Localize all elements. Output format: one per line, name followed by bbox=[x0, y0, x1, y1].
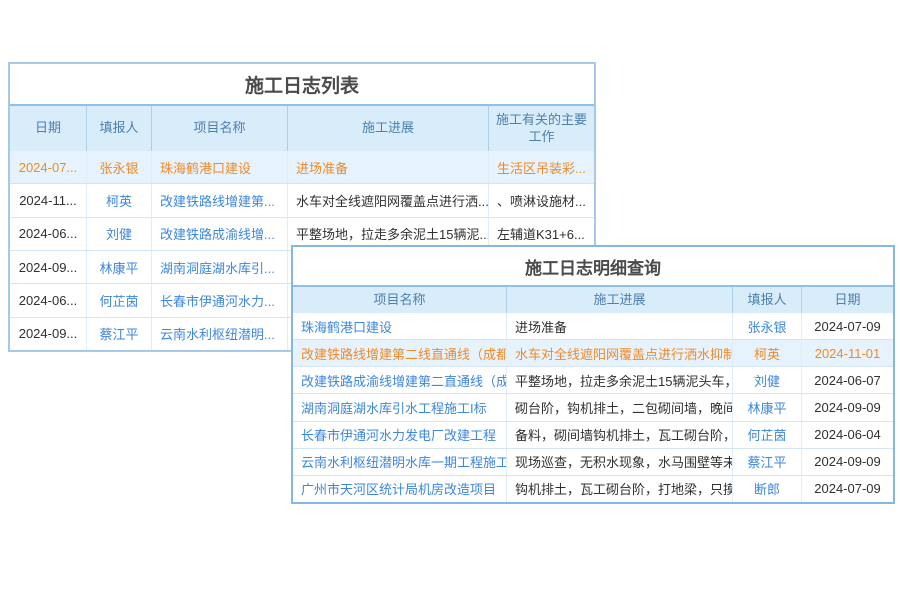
reporter-link[interactable]: 柯英 bbox=[733, 340, 802, 366]
project-link[interactable]: 广州市天河区统计局机房改造项目 bbox=[293, 476, 507, 502]
reporter-link[interactable]: 刘健 bbox=[733, 367, 802, 393]
project-link[interactable]: 改建铁路成渝线增建第二直通线（成渝 bbox=[293, 367, 507, 393]
main-work-text: 、喷淋设施材... bbox=[489, 184, 594, 216]
progress-text: 进场准备 bbox=[288, 151, 489, 183]
reporter-link[interactable]: 张永银 bbox=[733, 313, 802, 339]
column-header-date: 日期 bbox=[10, 106, 87, 151]
reporter-link[interactable]: 蔡江平 bbox=[87, 318, 152, 350]
log-date: 2024-09... bbox=[10, 318, 87, 350]
reporter-link[interactable]: 何芷茵 bbox=[87, 284, 152, 316]
column-header-progress: 施工进展 bbox=[288, 106, 489, 151]
column-header-date: 日期 bbox=[802, 287, 893, 313]
log-date: 2024-11-01 bbox=[802, 340, 893, 366]
log-date: 2024-07-09 bbox=[802, 476, 893, 502]
log-date: 2024-09-09 bbox=[802, 394, 893, 420]
table-row[interactable]: 改建铁路成渝线增建第二直通线（成渝 平整场地，拉走多余泥土15辆泥头车，... … bbox=[293, 367, 893, 394]
table-row[interactable]: 广州市天河区统计局机房改造项目 钩机排土，瓦工砌台阶，打地梁，只摸... 断郎 … bbox=[293, 476, 893, 502]
progress-text: 水车对全线遮阳网覆盖点进行洒... bbox=[288, 184, 489, 216]
list-table-header: 日期 填报人 项目名称 施工进展 施工有关的主要工作 bbox=[10, 104, 594, 151]
reporter-link[interactable]: 蔡江平 bbox=[733, 449, 802, 475]
project-link[interactable]: 湖南洞庭湖水库引... bbox=[152, 251, 288, 283]
log-date: 2024-11... bbox=[10, 184, 87, 216]
progress-text: 平整场地，拉走多余泥土15辆泥头车，... bbox=[507, 367, 733, 393]
log-date: 2024-06-07 bbox=[802, 367, 893, 393]
project-link[interactable]: 长春市伊通河水力... bbox=[152, 284, 288, 316]
column-header-progress: 施工进展 bbox=[507, 287, 733, 313]
progress-text: 进场准备 bbox=[507, 313, 733, 339]
table-row[interactable]: 云南水利枢纽潜明水库一期工程施工I标 现场巡查，无积水现象，水马围壁等未... … bbox=[293, 449, 893, 476]
progress-text: 水车对全线遮阳网覆盖点进行洒水抑制... bbox=[507, 340, 733, 366]
log-date: 2024-07-09 bbox=[802, 313, 893, 339]
reporter-link[interactable]: 断郎 bbox=[733, 476, 802, 502]
project-link[interactable]: 珠海鹤港口建设 bbox=[152, 151, 288, 183]
project-link[interactable]: 长春市伊通河水力发电厂改建工程 bbox=[293, 422, 507, 448]
column-header-project: 项目名称 bbox=[152, 106, 288, 151]
project-link[interactable]: 改建铁路线增建第二线直通线（成都-西 bbox=[293, 340, 507, 366]
progress-text: 砌台阶，钩机排土，二包砌间墙，晚间... bbox=[507, 394, 733, 420]
table-row[interactable]: 改建铁路线增建第二线直通线（成都-西 水车对全线遮阳网覆盖点进行洒水抑制... … bbox=[293, 340, 893, 367]
log-date: 2024-06-04 bbox=[802, 422, 893, 448]
detail-table-header: 项目名称 施工进展 填报人 日期 bbox=[293, 285, 893, 313]
reporter-link[interactable]: 张永银 bbox=[87, 151, 152, 183]
table-row[interactable]: 2024-11... 柯英 改建铁路线增建第... 水车对全线遮阳网覆盖点进行洒… bbox=[10, 184, 594, 217]
log-date: 2024-09... bbox=[10, 251, 87, 283]
main-work-text: 生活区吊装彩... bbox=[489, 151, 594, 183]
column-header-project: 项目名称 bbox=[293, 287, 507, 313]
detail-table-body: 珠海鹤港口建设 进场准备 张永银 2024-07-09 改建铁路线增建第二线直通… bbox=[293, 313, 893, 502]
table-row[interactable]: 长春市伊通河水力发电厂改建工程 备料，砌间墙钩机排土，瓦工砌台阶，... 何芷茵… bbox=[293, 422, 893, 449]
reporter-link[interactable]: 柯英 bbox=[87, 184, 152, 216]
progress-text: 现场巡查，无积水现象，水马围壁等未... bbox=[507, 449, 733, 475]
progress-text: 备料，砌间墙钩机排土，瓦工砌台阶，... bbox=[507, 422, 733, 448]
reporter-link[interactable]: 刘健 bbox=[87, 218, 152, 250]
list-panel-title: 施工日志列表 bbox=[10, 64, 594, 104]
construction-log-detail-panel: 施工日志明细查询 项目名称 施工进展 填报人 日期 珠海鹤港口建设 进场准备 张… bbox=[291, 245, 895, 504]
project-link[interactable]: 改建铁路成渝线增... bbox=[152, 218, 288, 250]
log-date: 2024-06... bbox=[10, 218, 87, 250]
project-link[interactable]: 珠海鹤港口建设 bbox=[293, 313, 507, 339]
reporter-link[interactable]: 何芷茵 bbox=[733, 422, 802, 448]
project-link[interactable]: 云南水利枢纽潜明水库一期工程施工I标 bbox=[293, 449, 507, 475]
progress-text: 钩机排土，瓦工砌台阶，打地梁，只摸... bbox=[507, 476, 733, 502]
column-header-reporter: 填报人 bbox=[733, 287, 802, 313]
table-row[interactable]: 珠海鹤港口建设 进场准备 张永银 2024-07-09 bbox=[293, 313, 893, 340]
project-link[interactable]: 云南水利枢纽潜明... bbox=[152, 318, 288, 350]
log-date: 2024-06... bbox=[10, 284, 87, 316]
column-header-reporter: 填报人 bbox=[87, 106, 152, 151]
reporter-link[interactable]: 林康平 bbox=[87, 251, 152, 283]
detail-panel-title: 施工日志明细查询 bbox=[293, 247, 893, 285]
log-date: 2024-07... bbox=[10, 151, 87, 183]
log-date: 2024-09-09 bbox=[802, 449, 893, 475]
project-link[interactable]: 改建铁路线增建第... bbox=[152, 184, 288, 216]
table-row[interactable]: 2024-07... 张永银 珠海鹤港口建设 进场准备 生活区吊装彩... bbox=[10, 151, 594, 184]
table-row[interactable]: 湖南洞庭湖水库引水工程施工I标 砌台阶，钩机排土，二包砌间墙，晚间... 林康平… bbox=[293, 394, 893, 421]
reporter-link[interactable]: 林康平 bbox=[733, 394, 802, 420]
project-link[interactable]: 湖南洞庭湖水库引水工程施工I标 bbox=[293, 394, 507, 420]
column-header-main-work: 施工有关的主要工作 bbox=[489, 106, 594, 151]
